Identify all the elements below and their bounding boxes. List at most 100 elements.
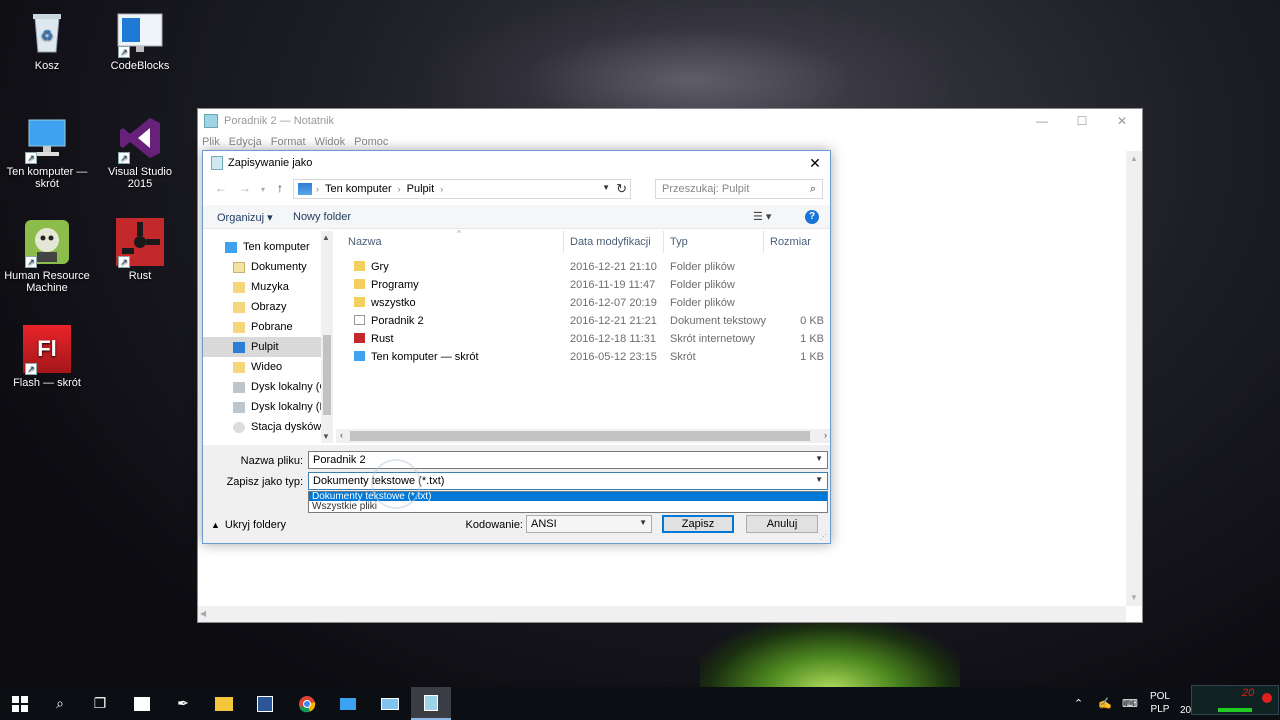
- column-header-date[interactable]: Data modyfikacji: [564, 231, 664, 253]
- desktop-icon-codeblocks[interactable]: ↗ CodeBlocks: [95, 8, 185, 72]
- column-header-size[interactable]: Rozmiar: [764, 231, 830, 253]
- scroll-down-icon[interactable]: ▼: [1126, 590, 1142, 606]
- desktop-icon-rust[interactable]: ↗ Rust: [95, 218, 185, 282]
- file-name: Gry: [371, 261, 389, 273]
- nav-item-this-pc[interactable]: Ten komputer: [203, 237, 321, 257]
- menu-help[interactable]: Pomoc: [354, 136, 388, 148]
- close-icon[interactable]: ✕: [1102, 109, 1142, 133]
- file-name: Rust: [371, 333, 394, 345]
- chevron-down-icon[interactable]: ▼: [815, 475, 823, 484]
- nav-item-video[interactable]: Wideo: [203, 357, 321, 377]
- column-header-label: Rozmiar: [770, 236, 811, 248]
- nav-item-drive-d[interactable]: Dysk lokalny (D:): [203, 397, 321, 417]
- nav-item-desktop[interactable]: Pulpit: [203, 337, 321, 357]
- clock[interactable]: 20: [1180, 705, 1191, 716]
- notepad-vertical-scrollbar[interactable]: ▲ ▼: [1126, 151, 1142, 606]
- minimize-icon[interactable]: —: [1022, 109, 1062, 133]
- task-view-button[interactable]: ❐: [80, 687, 120, 720]
- taskbar-store[interactable]: [122, 687, 162, 720]
- notepad-horizontal-scrollbar[interactable]: ◀: [198, 606, 1126, 622]
- tray-chevron-up-icon[interactable]: ⌃: [1074, 687, 1083, 720]
- maximize-icon[interactable]: ☐: [1062, 109, 1102, 133]
- taskbar-remote[interactable]: [370, 687, 410, 720]
- language-indicator[interactable]: POL PLP: [1148, 690, 1172, 716]
- scroll-left-icon[interactable]: ◀: [200, 606, 206, 622]
- taskbar-computer[interactable]: [328, 687, 368, 720]
- menu-format[interactable]: Format: [271, 136, 306, 148]
- pictures-icon: [233, 301, 245, 313]
- breadcrumb-this-pc[interactable]: Ten komputer: [325, 183, 392, 195]
- taskbar-chrome[interactable]: [287, 687, 327, 720]
- resize-grip-icon[interactable]: ⋰: [820, 533, 828, 541]
- encoding-select[interactable]: ANSI ▼: [526, 515, 652, 533]
- navigation-scrollbar[interactable]: ▲ ▼: [321, 231, 333, 443]
- file-list-horizontal-scrollbar[interactable]: ‹ ›: [336, 429, 830, 443]
- recorder-value: 20: [1242, 687, 1255, 699]
- desktop-icon-human-resource-machine[interactable]: ↗ Human Resource Machine: [2, 218, 92, 294]
- nav-item-documents[interactable]: Dokumenty: [203, 257, 321, 277]
- nav-item-music[interactable]: Muzyka: [203, 277, 321, 297]
- save-button[interactable]: Zapisz: [662, 515, 734, 533]
- chevron-down-icon[interactable]: ▼: [639, 518, 647, 527]
- desktop-icon-flash[interactable]: Fl ↗ Flash — skrót: [2, 325, 92, 389]
- column-header-type[interactable]: Typ: [664, 231, 764, 253]
- search-icon: ⌕: [809, 183, 816, 195]
- desktop-icon-visual-studio[interactable]: ↗ Visual Studio 2015: [95, 114, 185, 190]
- breadcrumb-desktop[interactable]: Pulpit: [407, 183, 435, 195]
- taskbar-word[interactable]: [245, 687, 285, 720]
- organize-button[interactable]: Organizuj ▾: [217, 211, 273, 224]
- table-row[interactable]: Programy 2016-11-19 11:47 Folder plików: [336, 276, 830, 294]
- disc-drive-icon: [233, 421, 245, 433]
- recent-chevron-icon[interactable]: ▾: [261, 185, 265, 194]
- help-icon[interactable]: ?: [805, 210, 819, 224]
- scroll-up-icon[interactable]: ▲: [1126, 151, 1142, 167]
- taskbar-file-explorer[interactable]: [204, 687, 244, 720]
- filename-value: Poradnik 2: [313, 454, 366, 466]
- table-row[interactable]: wszystko 2016-12-07 20:19 Folder plików: [336, 294, 830, 312]
- desktop-icon-recycle-bin[interactable]: ♻ Kosz: [2, 8, 92, 72]
- chevron-up-icon[interactable]: ▲: [322, 233, 330, 242]
- taskbar-app[interactable]: ✒: [163, 687, 203, 720]
- address-bar[interactable]: › Ten komputer › Pulpit › ▼ ↻: [293, 179, 631, 199]
- chevron-down-icon[interactable]: ▼: [602, 183, 610, 192]
- taskbar-notepad[interactable]: [411, 687, 451, 720]
- table-row[interactable]: Rust 2016-12-18 11:31 Skrót internetowy …: [336, 330, 830, 348]
- table-row[interactable]: Poradnik 2 2016-12-21 21:21 Dokument tek…: [336, 312, 830, 330]
- back-arrow-icon[interactable]: ←: [215, 181, 227, 195]
- table-row[interactable]: Gry 2016-12-21 21:10 Folder plików: [336, 258, 830, 276]
- pen-icon[interactable]: ✍: [1098, 687, 1112, 720]
- chevron-down-icon[interactable]: ▼: [322, 432, 330, 441]
- hide-folders-button[interactable]: ▲ Ukryj foldery: [211, 519, 286, 531]
- scrollbar-thumb[interactable]: [323, 335, 331, 415]
- search-button[interactable]: ⌕: [40, 687, 80, 720]
- scrollbar-thumb[interactable]: [350, 431, 810, 441]
- computer-icon: [225, 241, 237, 253]
- nav-item-drive-c[interactable]: Dysk lokalny (C:): [203, 377, 321, 397]
- table-row[interactable]: Ten komputer — skrót 2016-05-12 23:15 Sk…: [336, 348, 830, 366]
- notepad-titlebar[interactable]: Poradnik 2 — Notatnik: [198, 109, 1142, 133]
- keyboard-icon[interactable]: ⌨: [1122, 687, 1138, 720]
- column-header-name[interactable]: Nazwa ^: [342, 229, 564, 253]
- chevron-down-icon[interactable]: ▼: [815, 454, 823, 463]
- view-options-icon[interactable]: ☰ ▾: [753, 210, 771, 223]
- nav-item-pictures[interactable]: Obrazy: [203, 297, 321, 317]
- nav-item-disc-drive[interactable]: Stacja dysków D: [203, 417, 321, 437]
- start-button[interactable]: [0, 687, 40, 720]
- desktop-icon-label: Visual Studio 2015: [107, 166, 172, 190]
- search-input[interactable]: Przeszukaj: Pulpit ⌕: [655, 179, 823, 199]
- menu-view[interactable]: Widok: [315, 136, 346, 148]
- menu-file[interactable]: Plik: [202, 136, 220, 148]
- new-folder-button[interactable]: Nowy folder: [293, 211, 351, 223]
- desktop-icon-this-pc[interactable]: ↗ Ten komputer — skrót: [2, 114, 92, 190]
- up-arrow-icon[interactable]: ↑: [277, 181, 283, 195]
- menu-edit[interactable]: Edycja: [229, 136, 262, 148]
- chevron-left-icon[interactable]: ‹: [340, 430, 343, 440]
- dialog-titlebar[interactable]: Zapisywanie jako: [203, 151, 830, 175]
- filename-label: Nazwa pliku:: [240, 455, 303, 467]
- refresh-icon[interactable]: ↻: [616, 181, 627, 197]
- cancel-button[interactable]: Anuluj: [746, 515, 818, 533]
- forward-arrow-icon[interactable]: →: [239, 181, 251, 195]
- chevron-right-icon[interactable]: ›: [824, 430, 827, 440]
- nav-item-downloads[interactable]: Pobrane: [203, 317, 321, 337]
- dialog-close-button[interactable]: ✕: [800, 151, 830, 175]
